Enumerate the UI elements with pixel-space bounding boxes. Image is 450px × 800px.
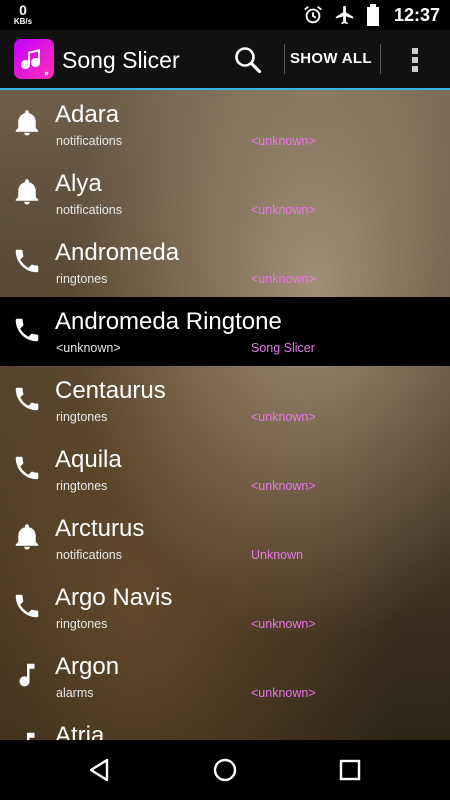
list-item-artist: <unknown> [251, 617, 316, 631]
phone-icon [12, 591, 42, 621]
app-title: Song Slicer [62, 47, 180, 73]
network-speed-value: 0 [19, 2, 27, 18]
battery-icon [366, 4, 380, 26]
bell-icon [12, 108, 42, 138]
list-item-category: ringtones [56, 272, 108, 286]
list-item-title: Aquila [55, 446, 122, 473]
list-item-artist: <unknown> [251, 479, 316, 493]
list-item-category: notifications [56, 548, 123, 562]
list-item-artist: <unknown> [251, 272, 316, 286]
bell-icon [12, 522, 42, 552]
list-item-category: notifications [56, 134, 123, 148]
phone-icon [12, 246, 42, 276]
list-item-category: ringtones [56, 617, 108, 631]
recents-icon[interactable] [336, 756, 364, 784]
airplane-mode-icon [334, 4, 356, 26]
list-item-title: Argo Navis [55, 584, 173, 611]
navigation-bar [0, 740, 450, 800]
home-icon[interactable] [211, 756, 239, 784]
list-item-title: Andromeda [55, 239, 180, 266]
network-speed-unit: KB/s [13, 17, 33, 26]
list-item-artist: <unknown> [251, 686, 316, 700]
show-all-button[interactable]: SHOW ALL [290, 50, 372, 67]
list-item-category: notifications [56, 203, 123, 217]
list-item[interactable]: Arcturus notifications Unknown [0, 504, 450, 573]
list-item[interactable]: Aquila ringtones <unknown> [0, 435, 450, 504]
clock: 12:37 [393, 4, 440, 25]
status-bar: 0 KB/s 12:37 [0, 0, 450, 30]
overflow-menu-icon[interactable] [406, 45, 424, 75]
list-item[interactable]: Andromeda ringtones <unknown> [0, 228, 450, 297]
list-item-title: Adara [55, 101, 120, 128]
search-icon[interactable] [232, 44, 264, 76]
list-item[interactable]: Atria [0, 711, 450, 740]
list-item-artist: Song Slicer [251, 341, 315, 355]
music-note-icon [12, 729, 42, 740]
list-item[interactable]: Andromeda Ringtone <unknown> Song Slicer [0, 297, 450, 366]
list-item-category: ringtones [56, 479, 108, 493]
app-bar: Song Slicer SHOW ALL [0, 30, 450, 88]
ringtone-list[interactable]: Adara notifications <unknown> Alya notificat… [0, 90, 450, 740]
list-item-title: Atria [55, 722, 105, 740]
list-item-title: Alya [55, 170, 102, 197]
list-item-title: Centaurus [55, 377, 166, 404]
list-item[interactable]: Argon alarms <unknown> [0, 642, 450, 711]
alarm-icon [302, 4, 324, 26]
list-item-category: alarms [56, 686, 94, 700]
list-item-category: <unknown> [56, 341, 121, 355]
list-item-artist: <unknown> [251, 134, 316, 148]
bell-icon [12, 177, 42, 207]
list-item-title: Arcturus [55, 515, 145, 542]
phone-icon [12, 453, 42, 483]
list-item-title: Andromeda Ringtone [55, 308, 282, 335]
divider [380, 44, 381, 74]
network-speed: 0 KB/s [10, 3, 36, 26]
divider [284, 44, 285, 74]
list-item-artist: <unknown> [251, 410, 316, 424]
list-item-artist: <unknown> [251, 203, 316, 217]
list-item[interactable]: Alya notifications <unknown> [0, 159, 450, 228]
list-item[interactable]: Adara notifications <unknown> [0, 90, 450, 159]
list-item[interactable]: Centaurus ringtones <unknown> [0, 366, 450, 435]
phone-icon [12, 315, 42, 345]
list-item-title: Argon [55, 653, 120, 680]
app-logo-icon[interactable] [14, 39, 54, 79]
phone-icon [12, 384, 42, 414]
back-icon[interactable] [86, 756, 114, 784]
list-item[interactable]: Argo Navis ringtones <unknown> [0, 573, 450, 642]
list-item-artist: Unknown [251, 548, 304, 562]
list-item-category: ringtones [56, 410, 108, 424]
music-note-icon [12, 660, 42, 690]
